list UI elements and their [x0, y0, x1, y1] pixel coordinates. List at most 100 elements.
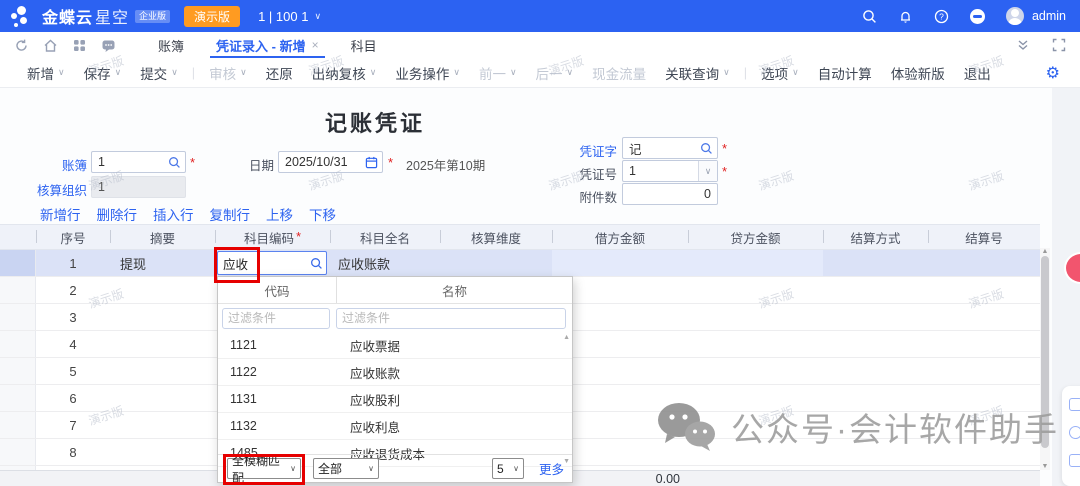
- credit-cell[interactable]: [688, 304, 823, 330]
- row-selector[interactable]: [0, 277, 36, 303]
- scope-select[interactable]: 全部∨: [313, 458, 379, 479]
- column-header-贷方金额[interactable]: 贷方金额: [688, 225, 823, 249]
- debit-cell[interactable]: [552, 250, 688, 276]
- do-not-disturb-icon[interactable]: [970, 8, 986, 24]
- row-selector[interactable]: [0, 250, 36, 276]
- refresh-icon[interactable]: [14, 38, 29, 53]
- settle-no-cell[interactable]: [928, 304, 1040, 330]
- grid-vertical-scrollbar[interactable]: ▲ ▼: [1040, 248, 1050, 470]
- voucher-no-input[interactable]: 1 ∨: [622, 160, 718, 182]
- row-action-删除行[interactable]: 删除行: [97, 204, 138, 224]
- attachments-input[interactable]: 0: [622, 183, 718, 205]
- lookup-icon[interactable]: [700, 142, 713, 155]
- settle-no-cell[interactable]: [928, 331, 1040, 357]
- page-size-select[interactable]: 5∨: [492, 458, 524, 479]
- summary-cell[interactable]: [110, 304, 215, 330]
- settle-method-cell[interactable]: [823, 385, 928, 411]
- code-filter-input[interactable]: [222, 308, 330, 329]
- row-action-下移[interactable]: 下移: [309, 204, 336, 224]
- credit-cell[interactable]: [688, 412, 823, 438]
- settings-gear-icon[interactable]: ⚙: [1046, 63, 1060, 83]
- user-avatar[interactable]: [1006, 7, 1024, 25]
- toolbar-button-选项[interactable]: 选项∨: [761, 63, 799, 83]
- settle-no-cell[interactable]: [928, 385, 1040, 411]
- settle-method-cell[interactable]: [823, 331, 928, 357]
- fullscreen-icon[interactable]: [1052, 38, 1066, 52]
- help-icon[interactable]: ?: [934, 8, 950, 24]
- column-header-科目编码[interactable]: 科目编码*: [215, 225, 330, 249]
- grid-row-1[interactable]: 1提现应收应收账款: [0, 250, 1040, 277]
- org-book-switcher[interactable]: 1 | 100 1 ∨: [258, 9, 321, 24]
- name-filter-input[interactable]: [336, 308, 566, 329]
- settle-method-cell[interactable]: [823, 304, 928, 330]
- tab-凭证录入 - 新增[interactable]: 凭证录入 - 新增×: [200, 32, 335, 58]
- credit-cell[interactable]: [688, 277, 823, 303]
- settle-method-cell[interactable]: [823, 439, 928, 465]
- row-action-复制行[interactable]: 复制行: [210, 204, 251, 224]
- summary-cell[interactable]: [110, 439, 215, 465]
- summary-cell[interactable]: [110, 358, 215, 384]
- summary-cell[interactable]: 提现: [110, 250, 215, 276]
- settle-no-cell[interactable]: [928, 439, 1040, 465]
- tab-科目[interactable]: 科目: [335, 32, 393, 58]
- column-header-核算维度[interactable]: 核算维度: [440, 225, 552, 249]
- popup-row-1121[interactable]: 1121应收票据: [218, 332, 572, 359]
- column-header-科目全名[interactable]: 科目全名: [330, 225, 440, 249]
- close-tab-icon[interactable]: ×: [312, 38, 319, 52]
- row-selector[interactable]: [0, 331, 36, 357]
- settle-no-cell[interactable]: [928, 250, 1040, 276]
- row-selector[interactable]: [0, 412, 36, 438]
- column-header-结算方式[interactable]: 结算方式: [823, 225, 928, 249]
- settle-method-cell[interactable]: [823, 250, 928, 276]
- account-code-input[interactable]: 应收: [217, 251, 327, 275]
- toolbar-button-新增[interactable]: 新增∨: [27, 63, 65, 83]
- lookup-icon[interactable]: [168, 156, 181, 169]
- search-icon[interactable]: [862, 8, 878, 24]
- credit-cell[interactable]: [688, 358, 823, 384]
- toolbar-button-还原[interactable]: 还原: [266, 63, 293, 83]
- settle-no-cell[interactable]: [928, 277, 1040, 303]
- column-header-借方金额[interactable]: 借方金额: [552, 225, 688, 249]
- account-name-cell[interactable]: 应收账款: [330, 250, 440, 276]
- popup-row-1132[interactable]: 1132应收利息: [218, 413, 572, 440]
- row-action-新增行[interactable]: 新增行: [40, 204, 81, 224]
- toolbar-button-退出[interactable]: 退出: [964, 63, 991, 83]
- credit-cell[interactable]: [688, 385, 823, 411]
- notification-bell-icon[interactable]: [898, 8, 914, 24]
- row-selector[interactable]: [0, 385, 36, 411]
- summary-cell[interactable]: [110, 385, 215, 411]
- settle-no-cell[interactable]: [928, 412, 1040, 438]
- row-selector[interactable]: [0, 358, 36, 384]
- dimension-cell[interactable]: [440, 250, 552, 276]
- scrollbar-thumb[interactable]: [1041, 256, 1049, 448]
- column-header-结算号[interactable]: 结算号: [928, 225, 1040, 249]
- row-action-插入行[interactable]: 插入行: [153, 204, 194, 224]
- date-input[interactable]: 2025/10/31: [278, 151, 383, 173]
- user-name[interactable]: admin: [1032, 9, 1066, 23]
- toolbar-button-业务操作[interactable]: 业务操作∨: [395, 63, 460, 83]
- floating-side-panel[interactable]: [1062, 386, 1080, 486]
- settle-method-cell[interactable]: [823, 277, 928, 303]
- settle-method-cell[interactable]: [823, 412, 928, 438]
- column-header-摘要[interactable]: 摘要: [110, 225, 215, 249]
- row-action-上移[interactable]: 上移: [266, 204, 293, 224]
- collapse-toolbar-icon[interactable]: [1016, 38, 1030, 52]
- home-icon[interactable]: [43, 38, 58, 53]
- floating-badge[interactable]: [1064, 252, 1080, 284]
- credit-cell[interactable]: [688, 250, 823, 276]
- column-header-序号[interactable]: 序号: [36, 225, 110, 249]
- calendar-icon[interactable]: [365, 156, 378, 169]
- book-input[interactable]: 1: [91, 151, 186, 173]
- more-link[interactable]: 更多: [539, 459, 564, 478]
- summary-cell[interactable]: [110, 331, 215, 357]
- toolbar-button-出纳复核[interactable]: 出纳复核∨: [312, 63, 377, 83]
- voucher-word-input[interactable]: 记: [622, 137, 718, 159]
- account-code-cell[interactable]: 应收: [215, 250, 330, 276]
- popup-scroll-up-icon[interactable]: ▲: [563, 334, 570, 341]
- lookup-icon[interactable]: [310, 257, 323, 270]
- chevron-down-icon[interactable]: ∨: [698, 161, 717, 181]
- row-selector[interactable]: [0, 304, 36, 330]
- popup-row-1131[interactable]: 1131应收股利: [218, 386, 572, 413]
- row-selector[interactable]: [0, 439, 36, 465]
- credit-cell[interactable]: [688, 439, 823, 465]
